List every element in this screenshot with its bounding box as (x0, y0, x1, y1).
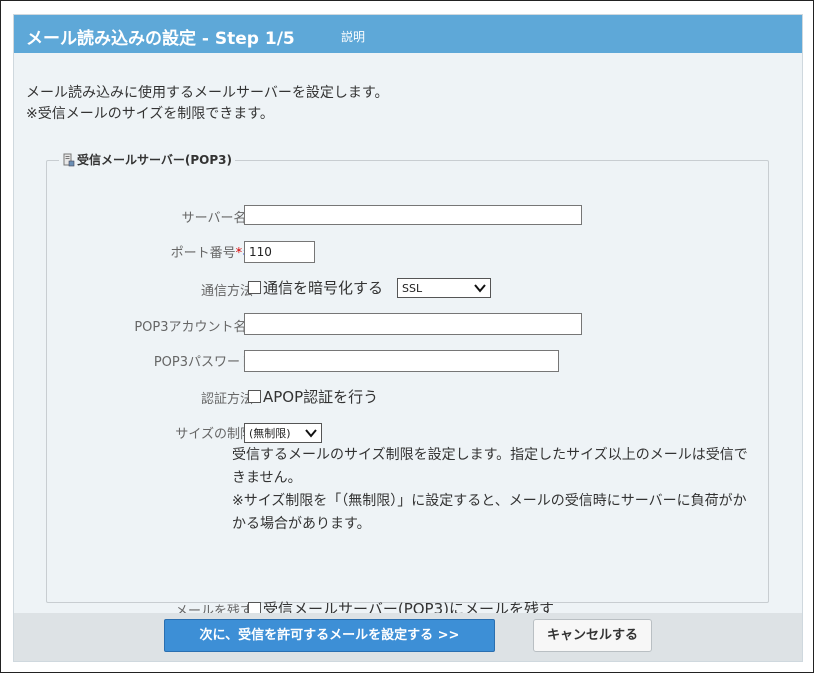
chevron-down-icon (474, 284, 486, 293)
encryption-select-value: SSL (402, 281, 423, 295)
help-link[interactable]: 説明 (341, 28, 365, 45)
encrypt-checkbox-row[interactable]: 通信を暗号化する (248, 277, 383, 298)
apop-checkbox-row[interactable]: APOP認証を行う (248, 386, 378, 407)
description-line-1: メール読み込みに使用するメールサーバーを設定します。 (26, 85, 389, 101)
server-legend-text: 受信メールサーバー(POP3) (77, 153, 232, 167)
header-bar: メール読み込みの設定 - Step 1/5 説明 (14, 15, 802, 53)
apop-checkbox-label: APOP認証を行う (263, 388, 379, 406)
server-icon (62, 153, 75, 170)
cancel-button[interactable]: キャンセルする (533, 619, 652, 652)
footer-bar: 次に、受信を許可するメールを設定する >> キャンセルする (14, 613, 802, 661)
size-limit-select-value: (無制限) (249, 427, 291, 440)
apop-checkbox[interactable] (248, 390, 261, 403)
password-input[interactable] (244, 350, 559, 372)
page-title: メール読み込みの設定 - Step 1/5 (26, 29, 295, 49)
window-frame: メール読み込みの設定 - Step 1/5 説明 メール読み込みに使用するメール… (0, 0, 814, 673)
account-input[interactable] (244, 313, 582, 335)
size-limit-note-line-2: ※サイズ制限を「（無制限）」に設定すると、メールの受信時にサーバーに負荷がかかる… (232, 493, 747, 532)
encrypt-checkbox-label: 通信を暗号化する (263, 279, 384, 297)
server-name-input[interactable] (244, 205, 582, 225)
auth-label: 認証方法 (200, 392, 253, 407)
next-button[interactable]: 次に、受信を許可するメールを設定する >> (164, 619, 495, 652)
encryption-select[interactable]: SSL (397, 278, 491, 298)
chevron-down-icon (305, 429, 317, 438)
server-legend: 受信メールサーバー(POP3) (59, 151, 235, 170)
description-line-2: ※受信メールのサイズを制限できます。 (26, 106, 274, 122)
description: メール読み込みに使用するメールサーバーを設定します。 ※受信メールのサイズを制限… (26, 83, 388, 125)
server-name-label: サーバー名* (47, 207, 253, 226)
encrypt-checkbox[interactable] (248, 281, 261, 294)
size-limit-note-line-1: 受信するメールのサイズ制限を設定します。指定したサイズ以上のメールは受信できませ… (232, 447, 748, 486)
settings-panel: メール読み込みの設定 - Step 1/5 説明 メール読み込みに使用するメール… (13, 14, 803, 662)
port-input[interactable] (244, 241, 315, 263)
size-limit-label: サイズの制限 (175, 427, 253, 442)
size-limit-note: 受信するメールのサイズ制限を設定します。指定したサイズ以上のメールは受信できませ… (232, 444, 752, 536)
password-label: POP3パスワード (153, 355, 253, 370)
account-label: POP3アカウント名* (47, 316, 253, 335)
size-limit-select[interactable]: (無制限) (244, 423, 322, 443)
port-label: ポート番号*# (47, 242, 253, 261)
encryption-label: 通信方法 (200, 284, 253, 299)
